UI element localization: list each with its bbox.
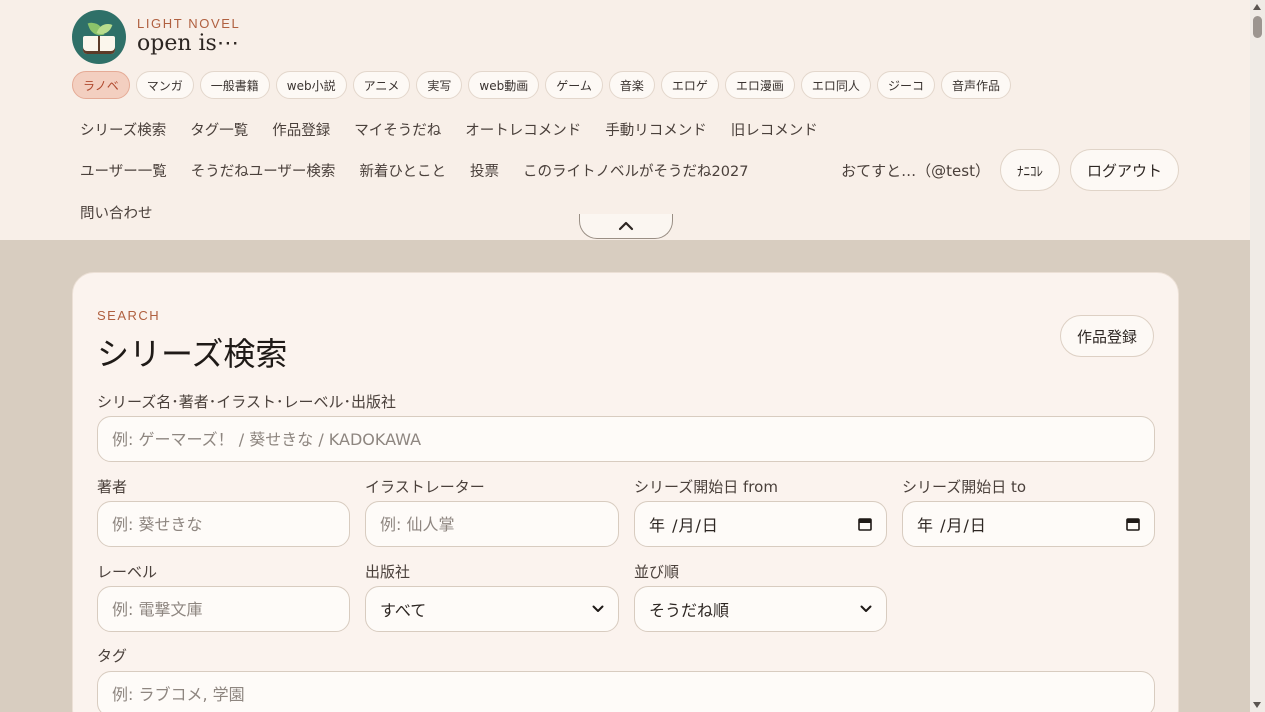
sort-select[interactable]: そうだね順 <box>634 586 887 632</box>
calendar-icon[interactable] <box>858 517 872 531</box>
site-header: LIGHT NOVEL open is⋯ ラノベ マンガ 一般書籍 web小説 … <box>0 0 1250 240</box>
category-chip-anime[interactable]: アニメ <box>352 71 411 99</box>
nav-old-recommend[interactable]: 旧レコメンド <box>731 119 818 140</box>
nav-user-list[interactable]: ユーザー一覧 <box>80 160 167 181</box>
tag-label: タグ <box>97 647 128 665</box>
chevron-down-icon <box>860 605 872 612</box>
start-date-from-input[interactable]: 年 /月/日 <box>634 501 887 547</box>
logo-icon <box>72 10 126 64</box>
nav-soudane-user-search[interactable]: そうだねユーザー検索 <box>191 160 336 181</box>
start-date-from-value: 年 /月/日 <box>649 516 719 535</box>
logo-subtitle: LIGHT NOVEL <box>137 16 241 31</box>
site-logo[interactable]: LIGHT NOVEL open is⋯ <box>72 10 240 64</box>
main-search-field[interactable] <box>97 416 1155 462</box>
scroll-down-arrow-icon[interactable] <box>1253 702 1261 708</box>
logo-title: open is⋯ <box>137 31 239 56</box>
author-input[interactable] <box>112 514 335 534</box>
illustrator-input[interactable] <box>380 514 604 534</box>
label-label: レーベル <box>97 563 158 581</box>
start-date-to-input[interactable]: 年 /月/日 <box>902 501 1155 547</box>
tag-field[interactable] <box>97 671 1155 712</box>
nav-series-search[interactable]: シリーズ検索 <box>80 119 166 140</box>
main-nav-row-3: 問い合わせ <box>80 202 153 223</box>
category-chip-live-action[interactable]: 実写 <box>416 71 463 99</box>
author-label: 著者 <box>97 478 128 496</box>
search-card: SEARCH シリーズ検索 作品登録 シリーズ名･著者･イラスト･レーベル･出版… <box>72 272 1179 712</box>
start-date-to-label: シリーズ開始日 to <box>902 478 1027 496</box>
nav-new-comments[interactable]: 新着ひとこと <box>359 160 446 181</box>
nav-vote[interactable]: 投票 <box>470 160 499 181</box>
main-search-label: シリーズ名･著者･イラスト･レーベル･出版社 <box>97 393 396 411</box>
category-chip-eroge[interactable]: エロゲ <box>660 71 719 99</box>
category-chip-music[interactable]: 音楽 <box>608 71 655 99</box>
start-date-to-value: 年 /月/日 <box>917 516 987 535</box>
scroll-up-arrow-icon[interactable] <box>1253 4 1261 10</box>
scroll-thumb[interactable] <box>1253 16 1262 38</box>
sort-selected: そうだね順 <box>649 601 730 620</box>
category-chip-jiiko[interactable]: ジーコ <box>876 71 935 99</box>
nav-work-register[interactable]: 作品登録 <box>272 119 330 140</box>
category-chips: ラノベ マンガ 一般書籍 web小説 アニメ 実写 web動画 ゲーム 音楽 エ… <box>72 71 1011 99</box>
illustrator-label: イラストレーター <box>365 478 485 496</box>
publisher-label: 出版社 <box>365 563 411 581</box>
collapse-header-button[interactable] <box>579 214 673 239</box>
nav-contact[interactable]: 問い合わせ <box>80 202 153 223</box>
category-chip-voice-works[interactable]: 音声作品 <box>940 71 1011 99</box>
publisher-select[interactable]: すべて <box>365 586 619 632</box>
tag-input[interactable] <box>112 684 1140 704</box>
author-field[interactable] <box>97 501 350 547</box>
category-chip-general-books[interactable]: 一般書籍 <box>199 71 270 99</box>
nav-my-soudane[interactable]: マイそうだね <box>354 119 441 140</box>
sort-label: 並び順 <box>634 563 680 581</box>
nanikore-button[interactable]: ﾅﾆｺﾚ <box>999 149 1060 191</box>
nav-manual-recommend[interactable]: 手動リコメンド <box>605 119 707 140</box>
nav-tag-list[interactable]: タグ一覧 <box>190 119 248 140</box>
chevron-up-icon <box>618 221 634 231</box>
category-chip-ero-doujin[interactable]: エロ同人 <box>800 71 871 99</box>
nav-auto-recommend[interactable]: オートレコメンド <box>465 119 581 140</box>
calendar-icon[interactable] <box>1126 517 1140 531</box>
search-kicker: SEARCH <box>97 308 161 323</box>
publisher-selected: すべて <box>380 601 427 620</box>
category-chip-manga[interactable]: マンガ <box>135 71 194 99</box>
category-chip-light-novel[interactable]: ラノベ <box>72 71 130 99</box>
main-nav-row-1: シリーズ検索 タグ一覧 作品登録 マイそうだね オートレコメンド 手動リコメンド… <box>80 119 818 140</box>
main-nav-row-2: ユーザー一覧 そうだねユーザー検索 新着ひとこと 投票 このライトノベルがそうだ… <box>80 160 748 181</box>
category-chip-web-video[interactable]: web動画 <box>468 71 540 99</box>
main-search-input[interactable] <box>112 429 1140 449</box>
page-scrollbar[interactable] <box>1250 0 1265 712</box>
category-chip-game[interactable]: ゲーム <box>545 71 603 99</box>
category-chip-web-novel[interactable]: web小説 <box>275 71 347 99</box>
logout-button[interactable]: ログアウト <box>1069 149 1179 191</box>
register-work-button[interactable]: 作品登録 <box>1059 315 1154 357</box>
chevron-down-icon <box>592 605 604 612</box>
label-input[interactable] <box>112 599 335 619</box>
user-name[interactable]: おてすと…（@test） <box>841 160 990 181</box>
page-title: シリーズ検索 <box>97 335 288 373</box>
category-chip-ero-manga[interactable]: エロ漫画 <box>724 71 795 99</box>
nav-konorano-2027[interactable]: このライトノベルがそうだね2027 <box>523 160 748 181</box>
illustrator-field[interactable] <box>365 501 619 547</box>
start-date-from-label: シリーズ開始日 from <box>634 478 778 496</box>
label-field[interactable] <box>97 586 350 632</box>
user-area: おてすと…（@test） ﾅﾆｺﾚ ログアウト <box>841 149 1179 191</box>
